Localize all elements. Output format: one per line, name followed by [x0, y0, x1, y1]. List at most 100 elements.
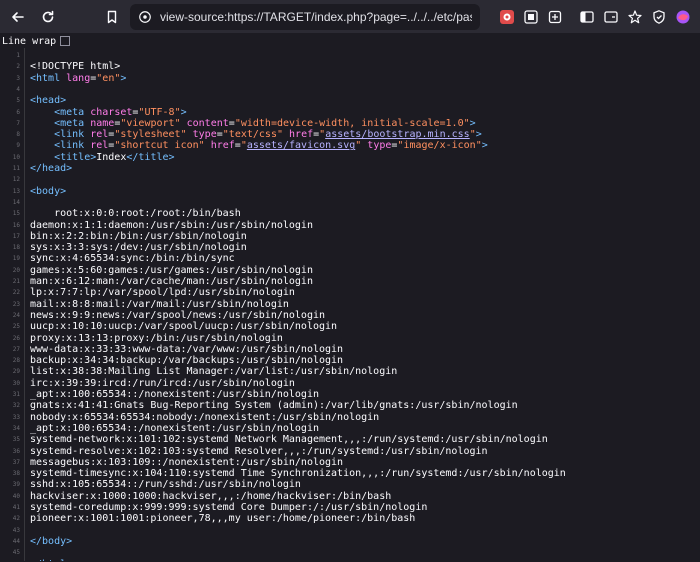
firefox-account-icon[interactable] [672, 6, 694, 28]
line-number: 28 [12, 357, 20, 365]
source-code-text: systemd-coredump:x:999:999:systemd Core … [30, 502, 428, 513]
source-code-text: irc:x:39:39:ircd:/run/ircd:/usr/sbin/nol… [30, 377, 295, 389]
line-number: 25 [12, 323, 20, 331]
line-number: 2 [16, 63, 20, 71]
line-wrap-checkbox[interactable] [60, 36, 71, 46]
line-number: 40 [12, 492, 20, 500]
arrow-left-icon [12, 11, 24, 22]
source-code-text: mail:x:8:8:mail:/var/mail:/usr/sbin/nolo… [30, 298, 289, 310]
line-number: 30 [12, 379, 20, 387]
extension-red-icon[interactable] [496, 6, 518, 28]
line-number: 46 [0, 559, 20, 562]
line-number: 14 [12, 198, 20, 206]
line-number: 27 [12, 345, 20, 353]
source-code-text: <meta charset="UTF-8"> [54, 106, 187, 118]
source-code-text: _apt:x:100:65534::/nonexistent:/usr/sbin… [30, 389, 319, 400]
line-number: 32 [12, 402, 20, 410]
line-number: 20 [12, 266, 20, 274]
source-code-text: man:x:6:12:man:/var/cache/man:/usr/sbin/… [30, 276, 313, 287]
line-number: 17 [12, 232, 20, 240]
line-number: 18 [12, 244, 20, 252]
reload-button[interactable] [36, 5, 60, 29]
source-code-text: </head> [30, 163, 73, 174]
source-code-text: root:x:0:0:root:/root:/bin/bash [30, 208, 241, 220]
line-number: 23 [12, 300, 20, 308]
line-number: 13 [12, 187, 20, 195]
line-number: 12 [12, 176, 20, 184]
source-code-text: backup:x:34:34:backup:/var/backups:/usr/… [30, 355, 344, 367]
shield-icon[interactable] [648, 6, 670, 28]
line-number: 19 [12, 255, 20, 263]
extension-badge-icon[interactable] [520, 6, 542, 28]
source-code-text: <title>Index</title> [54, 151, 175, 163]
source-code-text: daemon:x:1:1:daemon:/usr/sbin:/usr/sbin/… [30, 219, 313, 231]
line-number: 42 [12, 515, 20, 523]
line-number: 16 [12, 221, 20, 229]
line-number: 37 [12, 458, 20, 466]
line-wrap-label: Line wrap [2, 35, 57, 47]
source-code-text: </body> [30, 535, 73, 547]
bookmark-button[interactable] [100, 5, 124, 29]
source-code-text: games:x:5:60:games:/usr/games:/usr/sbin/… [30, 264, 313, 276]
line-number: 3 [16, 74, 20, 82]
reader-icon[interactable] [600, 6, 622, 28]
line-wrap-bar: Line wrap [0, 34, 700, 48]
line-number: 15 [12, 210, 20, 218]
source-code-text: <body> [30, 185, 67, 197]
url-text[interactable]: view-source:https://TARGET/index.php?pag… [160, 10, 472, 24]
line-number: 29 [12, 368, 20, 376]
source-code-text: </html> [30, 559, 72, 562]
line-number: 10 [12, 153, 20, 161]
source-code-text: sync:x:4:65534:sync:/bin:/bin/sync [30, 253, 235, 265]
site-info-icon[interactable] [138, 10, 152, 24]
line-number: 38 [12, 470, 20, 478]
browser-toolbar: view-source:https://TARGET/index.php?pag… [0, 0, 700, 34]
line-number: 24 [12, 311, 20, 319]
sidebar-icon[interactable] [576, 6, 598, 28]
source-code-text: pioneer:x:1001:1001:pioneer,78,,,my user… [30, 513, 416, 525]
source-code-text: _apt:x:100:65534::/nonexistent:/usr/sbin… [30, 422, 319, 434]
line-number: 6 [16, 108, 20, 116]
line-number: 33 [12, 413, 20, 421]
source-view: 1 2 <!DOCTYPE html> 3 <html lang="en"> 4 5 <hea… [0, 48, 700, 561]
line-number: 21 [12, 278, 20, 285]
line-number: 26 [12, 334, 20, 342]
source-code-text: nobody:x:65534:65534:nobody:/nonexistent… [30, 411, 380, 423]
line-number: 36 [12, 447, 20, 455]
source-code-text: <link rel="shortcut icon" href="assets/f… [54, 140, 488, 152]
line-number: 43 [12, 526, 20, 534]
line-number: 22 [12, 289, 20, 297]
source-code-text: news:x:9:9:news:/var/spool/news:/usr/sbi… [30, 309, 326, 321]
back-button[interactable] [6, 5, 30, 29]
source-code-text: <link rel="stylesheet" type="text/css" h… [54, 129, 482, 141]
line-number: 5 [16, 97, 20, 105]
line-number: 4 [16, 85, 20, 93]
source-code-text: hackviser:x:1000:1000:hackviser,,,:/home… [30, 490, 392, 502]
source-code-text: list:x:38:38:Mailing List Manager:/var/l… [30, 366, 398, 378]
line-number: 41 [12, 504, 20, 511]
source-code-text: <html lang="en"> [30, 72, 127, 84]
line-number: 8 [16, 131, 20, 139]
source-code-text: sshd:x:105:65534::/run/sshd:/usr/sbin/no… [30, 479, 301, 491]
source-code-text: systemd-resolve:x:102:103:systemd Resolv… [30, 445, 488, 457]
line-number: 31 [12, 391, 20, 398]
source-code-text: lp:x:7:7:lp:/var/spool/lpd:/usr/sbin/nol… [30, 287, 295, 299]
source-code-text: <meta name="viewport" content="width=dev… [54, 117, 476, 129]
source-code-text: gnats:x:41:41:Gnats Bug-Reporting System… [30, 400, 518, 412]
star-icon[interactable] [624, 6, 646, 28]
source-code-text: <!DOCTYPE html> [30, 61, 121, 73]
line-number: 1 [16, 52, 20, 59]
source-code-text: sys:x:3:3:sys:/dev:/usr/sbin/nologin [30, 242, 247, 254]
source-code-text: messagebus:x:103:109::/nonexistent:/usr/… [30, 456, 344, 468]
source-code-text: bin:x:2:2:bin:/bin:/usr/sbin/nologin [30, 230, 247, 242]
extension-square-icon[interactable] [544, 6, 566, 28]
source-code-text: www-data:x:33:33:www-data:/var/www:/usr/… [30, 343, 344, 355]
line-number: 35 [12, 436, 20, 444]
line-number: 34 [12, 424, 20, 432]
source-code-text: <head> [30, 95, 67, 107]
url-bar[interactable]: view-source:https://TARGET/index.php?pag… [130, 3, 480, 30]
line-number: 11 [12, 165, 20, 172]
source-code-text: uucp:x:10:10:uucp:/var/spool/uucp:/usr/s… [30, 321, 338, 333]
source-code-text: proxy:x:13:13:proxy:/bin:/usr/sbin/nolog… [30, 332, 283, 344]
line-number: 45 [12, 549, 20, 557]
